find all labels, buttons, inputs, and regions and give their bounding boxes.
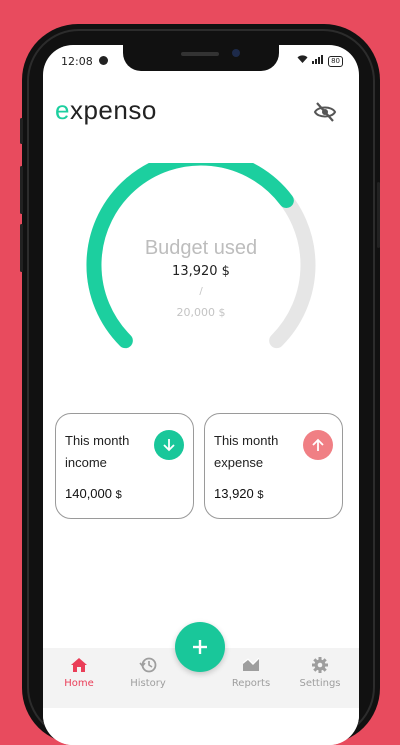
history-icon [139, 657, 157, 673]
arrow-up-icon [312, 438, 324, 451]
nav-item-history[interactable]: History [118, 656, 178, 689]
system-nav-area [43, 708, 359, 745]
status-icons: 80 [297, 55, 343, 67]
expense-label: This month expense [214, 433, 279, 470]
nav-label-reports: Reports [231, 678, 271, 689]
expense-currency: $ [257, 489, 264, 501]
nav-label-history: History [130, 678, 166, 689]
camera-notch [123, 45, 279, 71]
nav-item-settings[interactable]: Settings [290, 656, 350, 689]
budget-separator: / [199, 286, 203, 297]
battery-icon: 80 [328, 55, 343, 67]
eye-off-icon [313, 102, 337, 122]
arrow-down-icon [163, 439, 175, 452]
plus-icon [193, 640, 207, 654]
app-header: expenso [43, 93, 359, 133]
logo-accent-letter: e [55, 95, 70, 125]
app-screen: 12:08 80 expenso Budget used 13,920 $ / … [43, 45, 359, 745]
expense-badge [303, 430, 333, 460]
budget-gauge-chart [86, 150, 316, 349]
phone-side-button [20, 166, 23, 214]
budget-total-amount: 20,000 $ [176, 306, 226, 319]
status-time: 12:08 [61, 55, 93, 68]
logo-text: xpenso [69, 95, 157, 125]
phone-side-button [377, 182, 380, 248]
budget-gauge: Budget used 13,920 $ / 20,000 $ [43, 150, 359, 363]
add-transaction-button[interactable] [175, 622, 225, 672]
expense-card[interactable]: This month expense 13,920 $ [204, 413, 343, 519]
income-label: This month income [65, 433, 130, 470]
nav-item-home[interactable]: Home [49, 656, 109, 689]
income-amount: 140,000 $ [65, 486, 122, 501]
speaker-grille [181, 52, 219, 56]
nav-label-settings: Settings [299, 678, 341, 689]
income-amount-value: 140,000 [65, 486, 112, 501]
app-logo: expenso [55, 95, 157, 126]
camera-icon [232, 49, 240, 57]
wifi-icon [297, 55, 308, 67]
income-badge [154, 430, 184, 460]
hide-amounts-button[interactable] [313, 101, 337, 123]
expense-amount: 13,920 $ [214, 486, 264, 501]
budget-title: Budget used [144, 237, 258, 259]
home-icon [71, 658, 87, 672]
nav-item-reports[interactable]: Reports [221, 656, 281, 689]
expense-amount-value: 13,920 [214, 486, 254, 501]
phone-side-button [20, 224, 23, 272]
notification-icon [99, 56, 108, 65]
budget-used-amount: 13,920 $ [172, 264, 230, 279]
nav-label-home: Home [64, 678, 94, 689]
income-card[interactable]: This month income 140,000 $ [55, 413, 194, 519]
reports-icon [242, 657, 260, 671]
phone-side-button [20, 118, 23, 144]
signal-icon [312, 55, 324, 67]
gear-icon [312, 657, 328, 673]
income-currency: $ [115, 489, 122, 501]
